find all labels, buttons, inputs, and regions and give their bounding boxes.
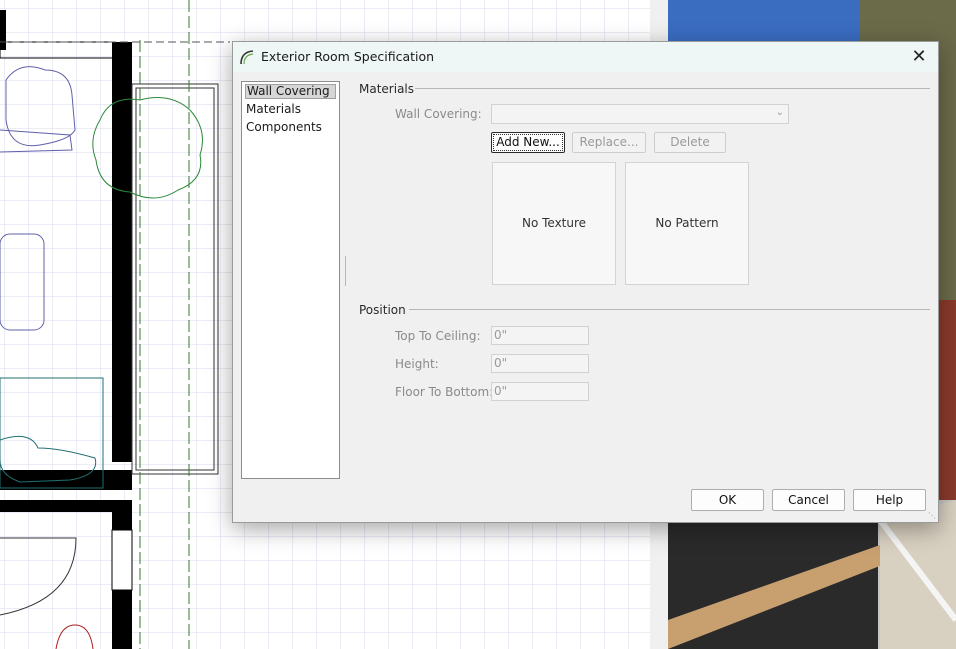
add-new-button[interactable]: Add New... (491, 132, 565, 153)
title-bar[interactable]: Exterior Room Specification ✕ (233, 42, 938, 72)
wall-covering-select[interactable]: ⌄ (491, 104, 789, 124)
chevron-down-icon[interactable]: ⌄ (776, 107, 784, 118)
floor-to-bottom-label: Floor To Bottom: (395, 385, 494, 399)
exterior-room-specification-dialog: Exterior Room Specification ✕ Wall Cover… (232, 41, 939, 523)
nav-item-wall-covering[interactable]: Wall Covering (245, 84, 336, 99)
materials-divider (415, 88, 930, 89)
category-list[interactable]: Wall Covering Materials Components (241, 81, 340, 479)
cancel-button[interactable]: Cancel (772, 489, 845, 511)
delete-button[interactable]: Delete (654, 132, 726, 153)
panel-splitter[interactable] (345, 256, 346, 286)
app-logo-icon (240, 50, 254, 65)
height-label: Height: (395, 357, 439, 371)
resize-grip-icon[interactable]: ⋱ (928, 511, 936, 520)
nav-item-materials[interactable]: Materials (245, 102, 336, 117)
top-to-ceiling-input[interactable]: 0" (491, 326, 589, 345)
texture-preview: No Texture (492, 162, 616, 285)
nav-item-components[interactable]: Components (245, 120, 336, 135)
dialog-title: Exterior Room Specification (261, 49, 435, 64)
floor-to-bottom-input[interactable]: 0" (491, 382, 589, 401)
position-group-label: Position (359, 303, 406, 317)
wall-covering-label: Wall Covering: (395, 107, 482, 121)
ok-button[interactable]: OK (691, 489, 764, 511)
materials-group-label: Materials (359, 82, 415, 96)
height-input[interactable]: 0" (491, 354, 589, 373)
close-icon[interactable]: ✕ (906, 44, 932, 70)
position-divider (409, 309, 930, 310)
help-button[interactable]: Help (853, 489, 926, 511)
replace-button[interactable]: Replace... (572, 132, 646, 153)
top-to-ceiling-label: Top To Ceiling: (395, 329, 481, 343)
pattern-preview: No Pattern (625, 162, 749, 285)
